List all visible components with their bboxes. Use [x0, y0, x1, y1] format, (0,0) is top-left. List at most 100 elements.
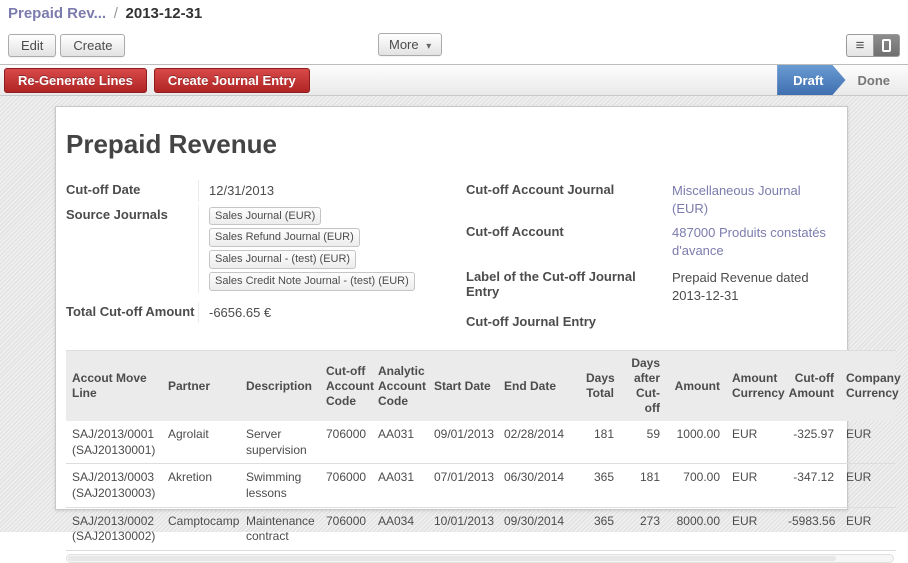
- cell-days-total: 365: [580, 464, 620, 507]
- cell-partner: Camptocamp: [162, 507, 240, 550]
- column-header: Cut-off Account Code: [320, 351, 372, 422]
- cutoff-account-link[interactable]: 487000 Produits constatés d'avance: [672, 225, 826, 258]
- form-view-button[interactable]: [873, 34, 900, 57]
- cell-account-code: 706000: [320, 421, 372, 464]
- field-total-cutoff-amount: Total Cut-off Amount -6656.65 €: [66, 302, 466, 324]
- cell-cutoff-amount: -325.97: [782, 421, 840, 464]
- cell-account-code: 706000: [320, 507, 372, 550]
- cell-days-after: 59: [620, 421, 666, 464]
- field-entry-label: Label of the Cut-off Journal Entry Prepa…: [466, 267, 837, 306]
- cell-days-total: 181: [580, 421, 620, 464]
- cell-company-currency: EUR: [840, 421, 896, 464]
- cell-amount: 1000.00: [666, 421, 726, 464]
- cutoff-journal-entry-value: [672, 312, 837, 331]
- cell-start-date: 09/01/2013: [428, 421, 498, 464]
- horizontal-scrollbar[interactable]: [66, 554, 894, 563]
- more-button[interactable]: More ▾: [378, 33, 442, 56]
- cutoff-lines-table-zone: Accout Move Line Partner Description Cut…: [66, 350, 896, 563]
- cell-description: Swimming lessons: [240, 464, 320, 507]
- journal-tag: Sales Journal (EUR): [209, 207, 321, 226]
- source-journals-value: Sales Journal (EUR) Sales Refund Journal…: [198, 205, 450, 293]
- action-bar: Re-Generate Lines Create Journal Entry D…: [0, 64, 908, 96]
- field-label: Cut-off Date: [66, 180, 198, 202]
- main-content: Prepaid Revenue Cut-off Date 12/31/2013 …: [0, 96, 908, 532]
- field-cutoff-journal-entry: Cut-off Journal Entry: [466, 312, 837, 331]
- cell-analytic-code: AA031: [372, 421, 428, 464]
- more-button-label: More: [389, 37, 419, 52]
- cell-end-date: 09/30/2014: [498, 507, 580, 550]
- column-header: Analytic Account Code: [372, 351, 428, 422]
- toolbar: Edit Create More ▾ ≡: [0, 26, 908, 64]
- column-header: Partner: [162, 351, 240, 422]
- column-header: Amount: [666, 351, 726, 422]
- field-label: Source Journals: [66, 205, 198, 293]
- journal-tag: Sales Refund Journal (EUR): [209, 228, 360, 247]
- column-header: Amount Currency: [726, 351, 782, 422]
- breadcrumb-parent-link[interactable]: Prepaid Rev...: [8, 5, 106, 22]
- status-draft: Draft: [777, 65, 845, 95]
- scrollbar-thumb[interactable]: [68, 556, 836, 561]
- form-sheet: Prepaid Revenue Cut-off Date 12/31/2013 …: [55, 106, 848, 510]
- cell-move-line: SAJ/2013/0003 (SAJ20130003): [66, 464, 162, 507]
- caret-down-icon: ▾: [426, 41, 431, 52]
- table-row[interactable]: SAJ/2013/0002 (SAJ20130002) Camptocamp M…: [66, 507, 896, 550]
- field-cutoff-account: Cut-off Account 487000 Produits constaté…: [466, 222, 837, 261]
- cell-description: Server supervision: [240, 421, 320, 464]
- create-button[interactable]: Create: [60, 34, 125, 57]
- list-view-icon: ≡: [856, 38, 865, 53]
- field-label: Cut-off Journal Entry: [466, 312, 672, 331]
- cell-account-code: 706000: [320, 464, 372, 507]
- cell-partner: Akretion: [162, 464, 240, 507]
- cell-amount: 8000.00: [666, 507, 726, 550]
- breadcrumb-bar: Prepaid Rev... / 2013-12-31: [0, 0, 908, 26]
- cell-days-total: 365: [580, 507, 620, 550]
- field-label: Cut-off Account: [466, 222, 672, 261]
- column-header: Cut-off Amount: [782, 351, 840, 422]
- breadcrumb: Prepaid Rev... / 2013-12-31: [8, 5, 900, 22]
- cell-start-date: 10/01/2013: [428, 507, 498, 550]
- form-view-icon: [882, 39, 891, 52]
- cell-cutoff-amount: -347.12: [782, 464, 840, 507]
- create-journal-entry-button[interactable]: Create Journal Entry: [154, 68, 310, 93]
- cell-start-date: 07/01/2013: [428, 464, 498, 507]
- cell-company-currency: EUR: [840, 507, 896, 550]
- cell-move-line: SAJ/2013/0002 (SAJ20130002): [66, 507, 162, 550]
- breadcrumb-separator: /: [114, 5, 118, 22]
- field-label: Label of the Cut-off Journal Entry: [466, 267, 672, 306]
- cutoff-lines-table: Accout Move Line Partner Description Cut…: [66, 350, 896, 551]
- cell-amount: 700.00: [666, 464, 726, 507]
- page-title: Prepaid Revenue: [66, 129, 837, 160]
- cutoff-date-value: 12/31/2013: [198, 180, 450, 202]
- journal-tag: Sales Credit Note Journal - (test) (EUR): [209, 272, 415, 291]
- column-header: Days after Cut-off: [620, 351, 666, 422]
- column-header: Start Date: [428, 351, 498, 422]
- cell-amount-currency: EUR: [726, 464, 782, 507]
- cell-description: Maintenance contract: [240, 507, 320, 550]
- edit-button[interactable]: Edit: [8, 34, 56, 57]
- column-header: Company Currency: [840, 351, 896, 422]
- fields-left-column: Cut-off Date 12/31/2013 Source Journals …: [66, 180, 466, 334]
- cell-days-after: 273: [620, 507, 666, 550]
- column-header: End Date: [498, 351, 580, 422]
- field-label: Total Cut-off Amount: [66, 302, 198, 324]
- view-switcher: ≡: [846, 34, 900, 57]
- column-header: Days Total: [580, 351, 620, 422]
- cell-days-after: 181: [620, 464, 666, 507]
- cutoff-account-journal-link[interactable]: Miscellaneous Journal (EUR): [672, 183, 801, 216]
- table-row[interactable]: SAJ/2013/0001 (SAJ20130001) Agrolait Ser…: [66, 421, 896, 464]
- field-cutoff-account-journal: Cut-off Account Journal Miscellaneous Jo…: [466, 180, 837, 219]
- total-cutoff-amount-value: -6656.65 €: [198, 302, 450, 324]
- journal-tag: Sales Journal - (test) (EUR): [209, 250, 356, 269]
- regenerate-lines-button[interactable]: Re-Generate Lines: [4, 68, 147, 93]
- journal-tags: Sales Journal (EUR) Sales Refund Journal…: [209, 207, 450, 291]
- cell-partner: Agrolait: [162, 421, 240, 464]
- breadcrumb-current: 2013-12-31: [126, 5, 203, 22]
- table-row[interactable]: SAJ/2013/0003 (SAJ20130003) Akretion Swi…: [66, 464, 896, 507]
- list-view-button[interactable]: ≡: [846, 34, 873, 57]
- cell-analytic-code: AA034: [372, 507, 428, 550]
- status-done: Done: [846, 65, 908, 95]
- cell-company-currency: EUR: [840, 464, 896, 507]
- entry-label-value: Prepaid Revenue dated 2013-12-31: [672, 267, 837, 306]
- status-bar: Draft Done: [777, 65, 908, 95]
- cell-end-date: 02/28/2014: [498, 421, 580, 464]
